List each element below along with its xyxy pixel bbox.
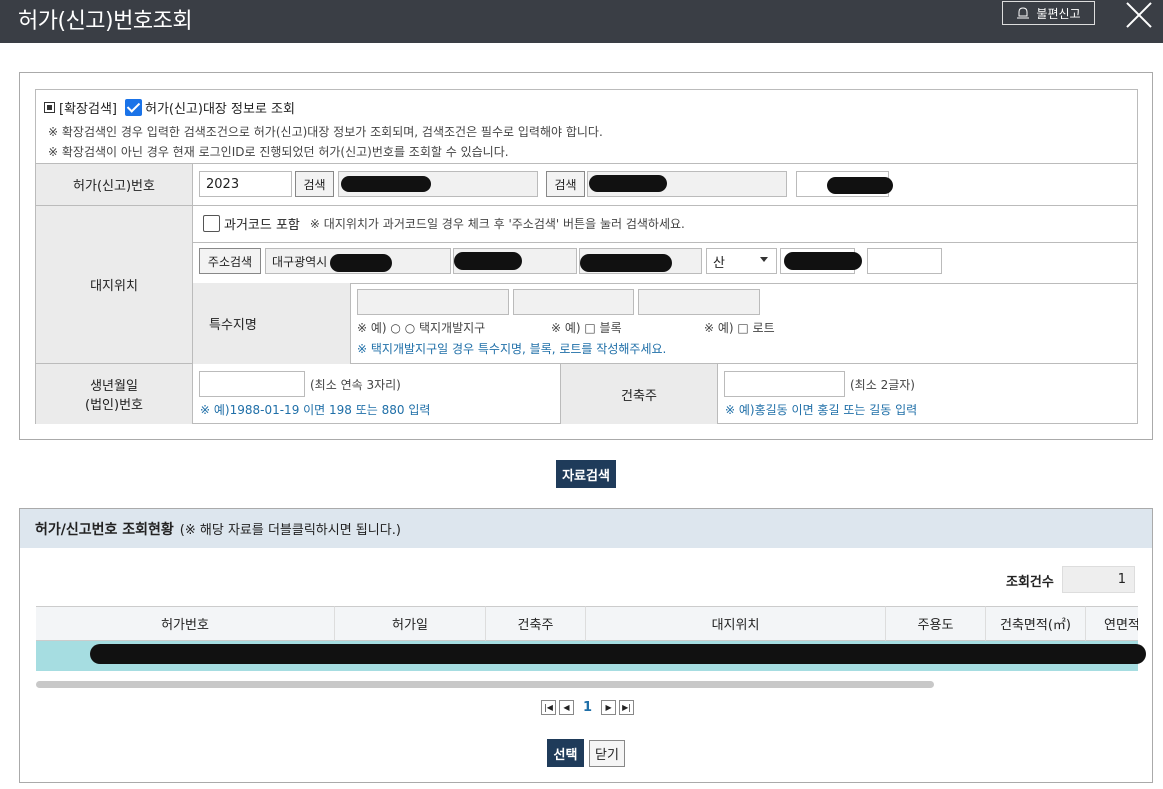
result-title: 허가/신고번호 조회현황 xyxy=(35,521,174,538)
past-code-checkbox[interactable] xyxy=(203,215,220,232)
redaction xyxy=(580,254,672,272)
ledger-checkbox[interactable] xyxy=(124,99,142,116)
owner-label: 건축주 xyxy=(560,364,718,424)
owner-input[interactable] xyxy=(724,371,845,397)
permit-year-input[interactable]: 2023 xyxy=(199,171,292,197)
block-input[interactable] xyxy=(513,289,634,315)
birth-label-line1: 생년월일 xyxy=(90,379,138,394)
birth-owner-row: 생년월일 (법인)번호 (최소 연속 3자리) ※ 예)1988-01-19 이… xyxy=(36,364,1137,424)
horizontal-scrollbar[interactable] xyxy=(36,681,934,688)
search-button-1[interactable]: 검색 xyxy=(295,171,334,197)
col-permit-date: 허가일 xyxy=(335,606,486,641)
redaction xyxy=(454,252,522,270)
special-note: ※ 택지개발지구일 경우 특수지명, 블록, 로트를 작성해주세요. xyxy=(357,342,667,356)
address-search-button[interactable]: 주소검색 xyxy=(199,248,261,274)
dialog-header: 허가(신고)번호조회 불편신고 xyxy=(0,0,1163,43)
redaction xyxy=(827,177,893,194)
dialog-title: 허가(신고)번호조회 xyxy=(18,9,193,34)
close-icon[interactable] xyxy=(1122,0,1156,30)
redaction xyxy=(330,254,392,272)
last-page-icon[interactable]: ▶| xyxy=(619,700,635,715)
ledger-checkbox-label: 허가(신고)대장 정보로 조회 xyxy=(144,102,295,117)
special-name-input[interactable] xyxy=(357,289,509,315)
bell-icon xyxy=(1017,7,1030,19)
count-value: 1 xyxy=(1062,566,1135,593)
search-button-2[interactable]: 검색 xyxy=(546,171,585,197)
col-total-area: 연면적 xyxy=(1086,606,1138,641)
special-name-label: 특수지명 xyxy=(193,283,351,364)
result-panel: 허가/신고번호 조회현황 (※ 해당 자료를 더블클릭하시면 됩니다.) 조회건… xyxy=(19,508,1153,783)
col-building-area: 건축면적(㎡) xyxy=(986,606,1086,641)
owner-example: ※ 예)홍길동 이면 홍길 또는 길동 입력 xyxy=(725,403,918,417)
report-button[interactable]: 불편신고 xyxy=(1002,1,1095,25)
select-button[interactable]: 선택 xyxy=(547,739,584,767)
chevron-down-icon xyxy=(760,257,768,262)
special-example-3: ※ 예) □ 로트 xyxy=(704,321,775,335)
past-code-note: ※ 대지위치가 과거코드일 경우 체크 후 '주소검색' 버튼을 눌러 검색하세… xyxy=(309,217,685,231)
result-subtitle: (※ 해당 자료를 더블클릭하시면 됩니다.) xyxy=(179,523,401,538)
note-1: ※ 확장검색인 경우 입력한 검색조건으로 허가(신고)대장 정보가 조회되며,… xyxy=(48,125,603,139)
col-owner: 건축주 xyxy=(486,606,586,641)
search-info: [확장검색] 허가(신고)대장 정보로 조회 ※ 확장검색인 경우 입력한 검색… xyxy=(36,90,1137,164)
birth-input[interactable] xyxy=(199,371,305,397)
page-number[interactable]: 1 xyxy=(583,700,592,715)
extended-icon xyxy=(44,102,55,113)
permit-no-row: 허가(신고)번호 2023 검색 검색 xyxy=(36,164,1137,206)
birth-example: ※ 예)1988-01-19 이면 198 또는 880 입력 xyxy=(200,403,431,417)
mountain-select-value: 산 xyxy=(713,255,725,271)
site-label: 대지위치 xyxy=(36,206,193,363)
birth-hint: (최소 연속 3자리) xyxy=(310,378,401,392)
past-code-label: 과거코드 포함 xyxy=(224,218,300,233)
past-code-row: 과거코드 포함 ※ 대지위치가 과거코드일 경우 체크 후 '주소검색' 버튼을… xyxy=(203,214,685,233)
redaction xyxy=(589,175,667,192)
search-panel: [확장검색] 허가(신고)대장 정보로 조회 ※ 확장검색인 경우 입력한 검색… xyxy=(19,72,1153,440)
col-permit-no: 허가번호 xyxy=(36,606,335,641)
special-example-1: ※ 예) ○ ○ 택지개발지구 xyxy=(357,321,486,335)
first-page-icon[interactable]: |◀ xyxy=(541,700,556,715)
redaction xyxy=(90,644,1146,664)
lot-input[interactable] xyxy=(638,289,760,315)
mountain-select[interactable]: 산 xyxy=(706,248,777,274)
close-button[interactable]: 닫기 xyxy=(589,740,625,767)
owner-hint: (최소 2글자) xyxy=(850,378,915,392)
next-page-icon[interactable]: ▶ xyxy=(601,700,617,715)
pagination: |◀ ◀ 1 ▶ ▶| xyxy=(541,700,635,715)
col-main-use: 주용도 xyxy=(886,606,986,641)
redaction xyxy=(341,176,431,192)
prev-page-icon[interactable]: ◀ xyxy=(559,700,574,715)
note-2: ※ 확장검색이 아닌 경우 현재 로그인ID로 진행되었던 허가(신고)번호를 … xyxy=(48,145,509,159)
col-site: 대지위치 xyxy=(586,606,886,641)
birth-label: 생년월일 (법인)번호 xyxy=(36,364,193,424)
special-example-2: ※ 예) □ 블록 xyxy=(551,321,622,335)
lot-sub-input[interactable] xyxy=(867,248,942,274)
birth-label-line2: (법인)번호 xyxy=(85,398,143,413)
data-search-button[interactable]: 자료검색 xyxy=(556,460,616,488)
redaction xyxy=(784,252,862,270)
permit-no-label: 허가(신고)번호 xyxy=(36,164,193,205)
result-header: 허가/신고번호 조회현황 (※ 해당 자료를 더블클릭하시면 됩니다.) xyxy=(20,509,1152,548)
site-row: 대지위치 과거코드 포함 ※ 대지위치가 과거코드일 경우 체크 후 '주소검색… xyxy=(36,206,1137,364)
search-form: [확장검색] 허가(신고)대장 정보로 조회 ※ 확장검색인 경우 입력한 검색… xyxy=(35,89,1138,424)
count-label: 조회건수 xyxy=(1006,575,1054,590)
extended-label: [확장검색] xyxy=(59,102,117,117)
report-label: 불편신고 xyxy=(1036,6,1081,21)
